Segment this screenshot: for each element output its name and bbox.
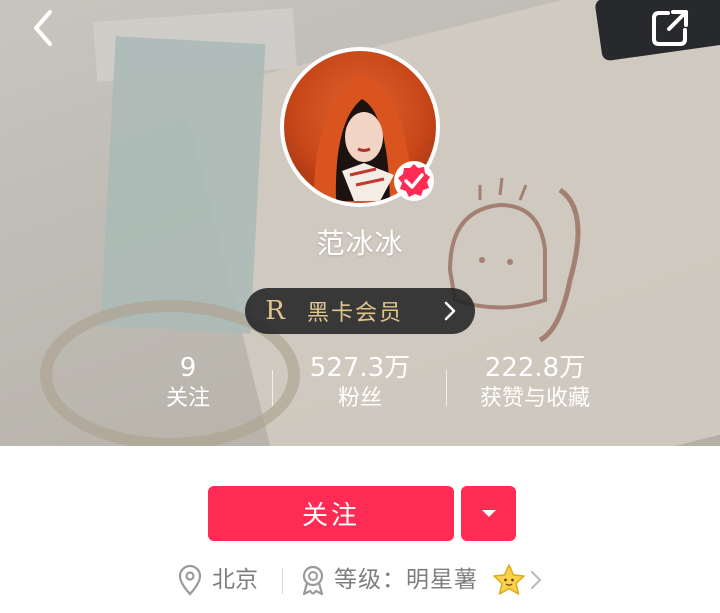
stat-following-label: 关注: [165, 386, 210, 411]
vip-letter: R: [265, 296, 285, 326]
back-button[interactable]: [22, 6, 66, 50]
star-icon: [493, 564, 525, 595]
follow-button[interactable]: 关注: [208, 486, 454, 541]
medal-icon: [302, 565, 324, 596]
vip-label: 黑卡会员: [307, 301, 404, 326]
chevron-left-icon: [34, 10, 52, 46]
profile-stats: 9 关注 527.3万 粉丝 222.8万 获赞与收藏: [0, 352, 720, 422]
stat-divider: [272, 370, 273, 406]
level-text[interactable]: 等级：明星薯: [334, 564, 478, 596]
stat-following[interactable]: 9 关注: [146, 352, 230, 414]
stat-following-value: 9: [179, 353, 197, 383]
stat-fans-label: 粉丝: [337, 386, 382, 411]
caret-down-icon: [481, 509, 496, 517]
share-button[interactable]: [648, 6, 692, 50]
verified-check-icon: [394, 161, 434, 201]
chevron-right-icon: [444, 301, 456, 321]
stat-divider: [446, 370, 447, 406]
chevron-right-icon[interactable]: [530, 570, 542, 590]
vip-badge-button[interactable]: R 黑卡会员: [245, 288, 475, 334]
location-text: 北京: [212, 567, 258, 593]
stat-likes-label: 获赞与收藏: [479, 386, 590, 411]
stat-fans[interactable]: 527.3万 粉丝: [290, 352, 430, 414]
stat-likes-value: 222.8万: [484, 353, 586, 383]
stat-fans-value: 527.3万: [309, 353, 411, 383]
share-external-icon: [652, 10, 688, 46]
location-pin-icon: [178, 564, 202, 596]
nickname: 范冰冰: [316, 227, 404, 260]
meta-divider: [282, 568, 283, 594]
profile-page: 范冰冰 R 黑卡会员 9 关注 527.3万 粉丝 222.8万 获赞与收藏 关…: [0, 0, 720, 613]
stat-likes[interactable]: 222.8万 获赞与收藏: [460, 352, 610, 414]
more-options-button[interactable]: [461, 486, 516, 541]
profile-meta: 北京 等级：明星薯: [0, 560, 720, 600]
